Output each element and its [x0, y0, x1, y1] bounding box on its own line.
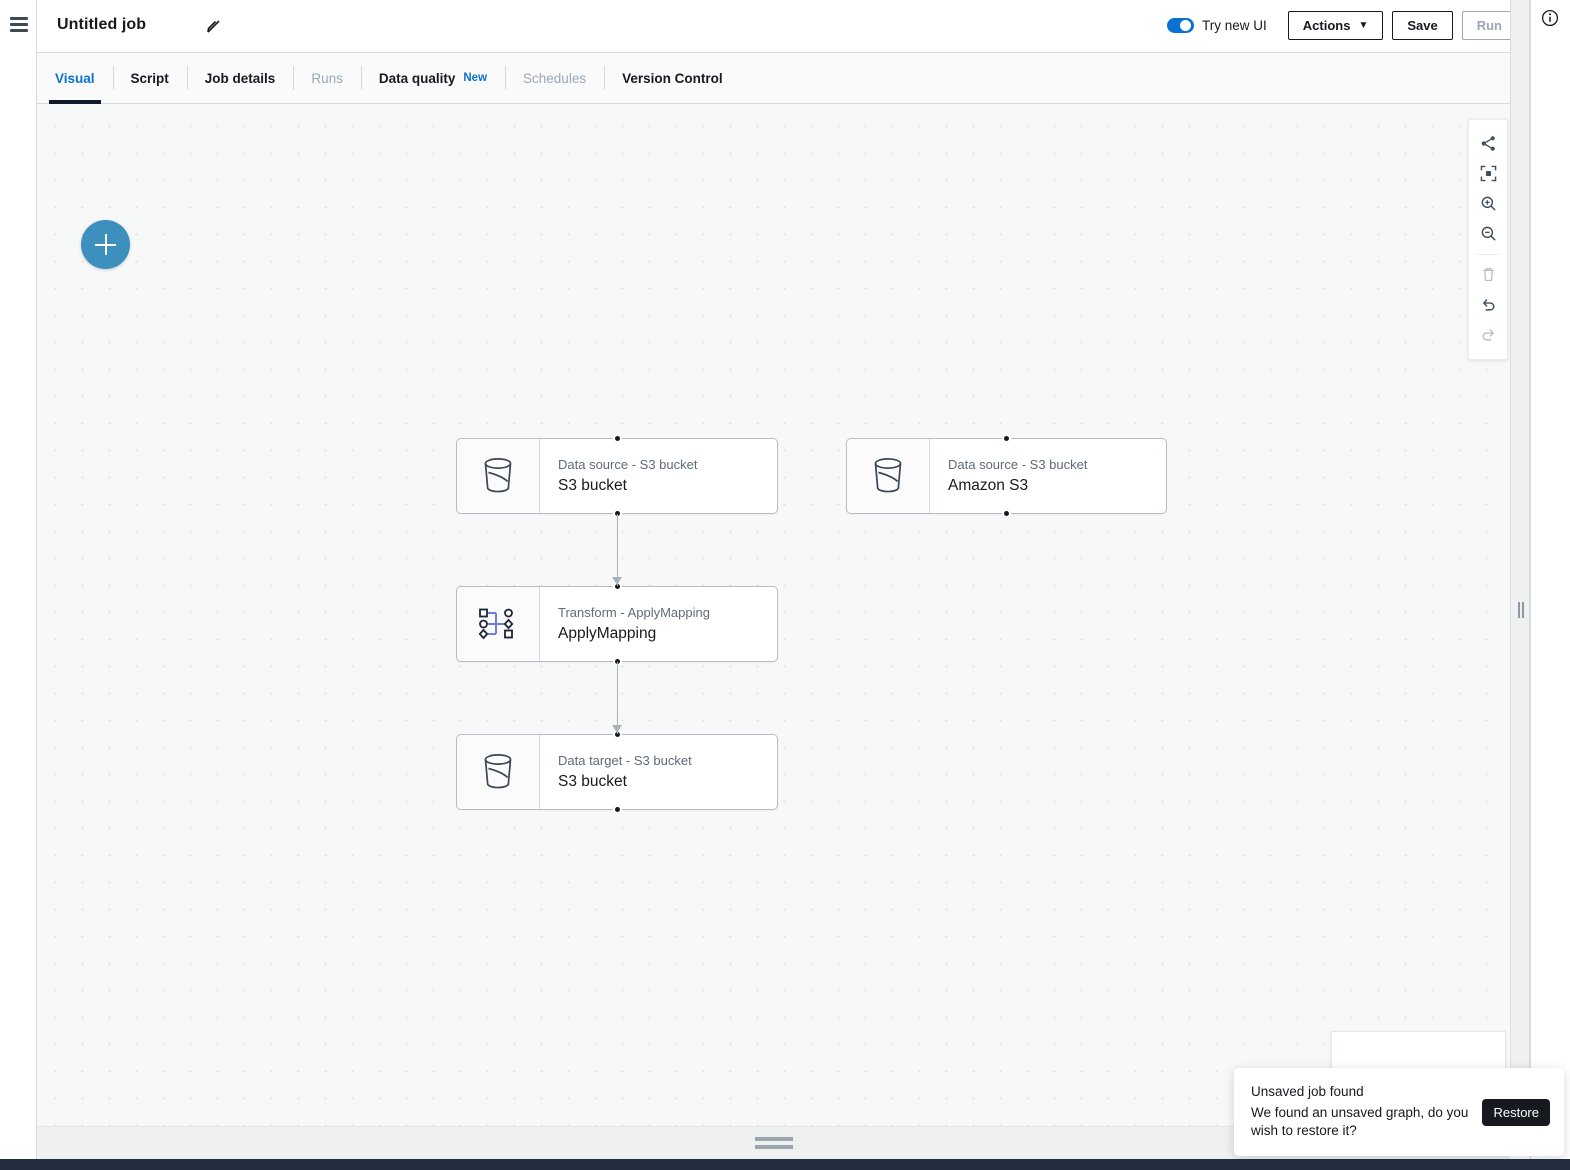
graph-node-xform[interactable]: Transform - ApplyMappingApplyMapping — [456, 586, 778, 662]
trash-delete-icon[interactable] — [1468, 259, 1508, 289]
node-text: Data source - S3 bucketAmazon S3 — [930, 439, 1166, 513]
info-circle-icon[interactable] — [1540, 8, 1560, 28]
canvas-toolbar — [1468, 119, 1508, 360]
share-layout-icon[interactable] — [1468, 128, 1508, 158]
pencil-edit-icon[interactable] — [205, 18, 222, 35]
toggle-switch[interactable] — [1167, 18, 1194, 33]
s3-bucket-icon — [457, 735, 540, 809]
header-actions: Try new UI Actions ▼ Save Run — [1167, 11, 1517, 40]
edge-arrowhead — [612, 577, 622, 585]
node-title: S3 bucket — [558, 475, 777, 497]
s3-bucket-icon — [457, 439, 540, 513]
tab-label: Script — [131, 71, 169, 86]
hamburger-menu-icon[interactable] — [10, 17, 28, 31]
try-new-ui-toggle[interactable]: Try new UI — [1167, 18, 1267, 33]
toast-title: Unsaved job found — [1251, 1082, 1472, 1103]
node-subtitle: Data target - S3 bucket — [558, 751, 777, 771]
node-subtitle: Data source - S3 bucket — [558, 455, 777, 475]
undo-icon[interactable] — [1468, 289, 1508, 319]
node-subtitle: Transform - ApplyMapping — [558, 603, 777, 623]
tab-label: Version Control — [622, 71, 723, 86]
graph-node-tgt1[interactable]: Data target - S3 bucketS3 bucket — [456, 734, 778, 810]
graph-node-src2[interactable]: Data source - S3 bucketAmazon S3 — [846, 438, 1167, 514]
node-output-port[interactable] — [1002, 509, 1011, 518]
s3-bucket-icon — [847, 439, 930, 513]
tab-label: Job details — [205, 71, 276, 86]
restore-button[interactable]: Restore — [1482, 1099, 1550, 1126]
node-text: Transform - ApplyMappingApplyMapping — [540, 587, 777, 661]
node-text: Data target - S3 bucketS3 bucket — [540, 735, 777, 809]
chevron-down-icon: ▼ — [1358, 20, 1368, 31]
node-output-port[interactable] — [613, 805, 622, 814]
node-title: Amazon S3 — [948, 475, 1166, 497]
graph-edge-xform-tgt1 — [617, 662, 618, 734]
toast-body: Unsaved job found We found an unsaved gr… — [1251, 1082, 1472, 1140]
tab-schedules: Schedules — [505, 53, 604, 103]
tab-label: Data quality — [379, 71, 456, 86]
right-panel-resize-handle[interactable] — [1510, 0, 1530, 1144]
zoom-in-icon[interactable] — [1468, 188, 1508, 218]
add-node-button[interactable] — [81, 220, 130, 269]
node-title: S3 bucket — [558, 771, 777, 793]
unsaved-job-toast: Unsaved job found We found an unsaved gr… — [1234, 1068, 1564, 1156]
right-rail — [1530, 0, 1570, 1170]
node-input-port[interactable] — [613, 434, 622, 443]
actions-button-label: Actions — [1303, 18, 1351, 33]
tab-runs: Runs — [293, 53, 361, 103]
tab-label: Runs — [311, 71, 343, 86]
run-button[interactable]: Run — [1462, 11, 1517, 40]
tab-job-details[interactable]: Job details — [187, 53, 294, 103]
tab-new-badge: New — [463, 72, 487, 84]
graph-node-src1[interactable]: Data source - S3 bucketS3 bucket — [456, 438, 778, 514]
tab-version-control[interactable]: Version Control — [604, 53, 741, 103]
tab-data-quality[interactable]: Data quality New — [361, 53, 505, 103]
fit-to-screen-icon[interactable] — [1468, 158, 1508, 188]
edge-arrowhead — [612, 725, 622, 733]
tab-script[interactable]: Script — [113, 53, 187, 103]
toast-message: We found an unsaved graph, do you wish t… — [1251, 1104, 1472, 1140]
actions-button[interactable]: Actions ▼ — [1288, 11, 1384, 40]
zoom-out-icon[interactable] — [1468, 218, 1508, 248]
tab-visual[interactable]: Visual — [37, 53, 113, 103]
visual-graph-canvas[interactable]: Data source - S3 bucketS3 bucketData sou… — [37, 104, 1530, 1144]
node-subtitle: Data source - S3 bucket — [948, 455, 1166, 475]
try-new-ui-label: Try new UI — [1202, 18, 1267, 33]
toolbar-divider — [1477, 254, 1499, 255]
node-input-port[interactable] — [1002, 434, 1011, 443]
node-title: ApplyMapping — [558, 623, 777, 645]
graph-edge-src1-xform — [617, 514, 618, 586]
apply-mapping-icon — [457, 587, 540, 661]
tab-label: Visual — [55, 71, 95, 86]
tab-bar: Visual Script Job details Runs Data quality N… — [37, 53, 1530, 104]
left-rail — [0, 0, 37, 1170]
page-title: Untitled job — [57, 16, 146, 34]
page-header: Untitled job Try new UI Actions ▼ Save R… — [37, 0, 1530, 53]
footer-bar — [0, 1159, 1570, 1170]
save-button[interactable]: Save — [1392, 11, 1452, 40]
tab-label: Schedules — [523, 71, 586, 86]
redo-icon[interactable] — [1468, 319, 1508, 349]
node-text: Data source - S3 bucketS3 bucket — [540, 439, 777, 513]
